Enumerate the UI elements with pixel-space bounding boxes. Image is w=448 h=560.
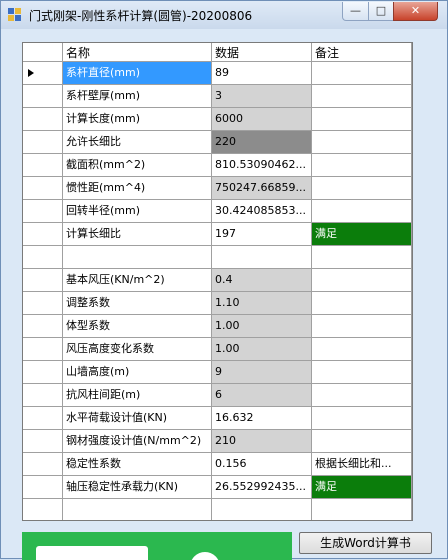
app-icon — [8, 8, 21, 21]
generate-word-button[interactable]: 生成Word计算书 — [299, 532, 432, 554]
row-header[interactable] — [23, 361, 63, 384]
bottom-panel — [22, 532, 292, 560]
value-cell[interactable]: 1.00 — [212, 315, 312, 338]
name-cell[interactable]: 稳定性系数 — [63, 453, 212, 476]
row-header[interactable] — [23, 499, 63, 520]
row-header[interactable] — [23, 131, 63, 154]
value-cell[interactable]: 0.156 — [212, 453, 312, 476]
name-cell[interactable]: 计算长度(mm) — [63, 108, 212, 131]
note-cell[interactable] — [312, 407, 412, 430]
value-cell[interactable]: 0.4 — [212, 269, 312, 292]
title-bar[interactable]: 门式刚架-刚性系杆计算(圆管)-20200806 — □ ✕ — [1, 1, 447, 29]
value-cell[interactable]: 210 — [212, 430, 312, 453]
row-header[interactable] — [23, 246, 63, 269]
note-cell[interactable] — [312, 85, 412, 108]
name-cell[interactable]: 系杆壁厚(mm) — [63, 85, 212, 108]
col-name-header[interactable]: 名称 — [63, 43, 212, 62]
name-cell[interactable]: 回转半径(mm) — [63, 200, 212, 223]
name-cell[interactable]: 风压高度变化系数 — [63, 338, 212, 361]
value-cell[interactable]: 6 — [212, 384, 312, 407]
note-cell[interactable] — [312, 154, 412, 177]
name-cell[interactable]: 水平荷载设计值(KN) — [63, 407, 212, 430]
value-cell[interactable]: 1.00 — [212, 338, 312, 361]
value-cell[interactable]: 220 — [212, 131, 312, 154]
row-header[interactable] — [23, 407, 63, 430]
name-cell[interactable]: 抗风柱间距(m) — [63, 384, 212, 407]
note-cell[interactable]: 满足 — [312, 223, 412, 246]
note-cell[interactable] — [312, 246, 412, 269]
value-cell[interactable] — [212, 246, 312, 269]
note-cell[interactable] — [312, 361, 412, 384]
name-cell[interactable]: 计算长细比 — [63, 223, 212, 246]
row-header[interactable] — [23, 108, 63, 131]
row-header[interactable] — [23, 85, 63, 108]
close-button[interactable]: ✕ — [393, 2, 438, 21]
note-cell[interactable] — [312, 315, 412, 338]
row-header[interactable] — [23, 476, 63, 499]
row-header[interactable] — [23, 200, 63, 223]
data-grid[interactable]: 名称 数据 备注系杆直径(mm) 89 系杆壁厚(mm) 3 计算长度(mm) 6000 允许长… — [22, 42, 413, 521]
row-header[interactable] — [23, 177, 63, 200]
name-cell[interactable]: 惯性距(mm^4) — [63, 177, 212, 200]
value-cell[interactable]: 750247.66859... — [212, 177, 312, 200]
note-cell[interactable] — [312, 269, 412, 292]
note-cell[interactable] — [312, 200, 412, 223]
minimize-button[interactable]: — — [342, 2, 369, 21]
name-cell[interactable]: 山墙高度(m) — [63, 361, 212, 384]
value-cell[interactable]: 6000 — [212, 108, 312, 131]
name-cell[interactable] — [63, 499, 212, 520]
value-cell[interactable]: 16.632 — [212, 407, 312, 430]
maximize-button[interactable]: □ — [368, 2, 394, 21]
value-cell[interactable]: 26.552992435... — [212, 476, 312, 499]
row-header[interactable] — [23, 430, 63, 453]
value-cell[interactable]: 9 — [212, 361, 312, 384]
note-cell[interactable] — [312, 384, 412, 407]
name-cell[interactable]: 截面积(mm^2) — [63, 154, 212, 177]
row-header[interactable] — [23, 154, 63, 177]
note-cell[interactable] — [312, 131, 412, 154]
name-cell[interactable] — [63, 246, 212, 269]
name-cell[interactable]: 基本风压(KN/m^2) — [63, 269, 212, 292]
note-cell[interactable] — [312, 499, 412, 520]
panel-white-shape — [36, 546, 148, 560]
col-value-header[interactable]: 数据 — [212, 43, 312, 62]
note-cell[interactable] — [312, 430, 412, 453]
row-header[interactable] — [23, 338, 63, 361]
note-cell[interactable] — [312, 292, 412, 315]
note-cell[interactable]: 满足 — [312, 476, 412, 499]
value-cell[interactable]: 810.53090462... — [212, 154, 312, 177]
value-cell[interactable]: 3 — [212, 85, 312, 108]
row-header[interactable] — [23, 292, 63, 315]
note-cell[interactable] — [312, 108, 412, 131]
row-header[interactable] — [23, 62, 63, 85]
value-cell[interactable]: 197 — [212, 223, 312, 246]
col-note-header[interactable]: 备注 — [312, 43, 412, 62]
name-cell[interactable]: 调整系数 — [63, 292, 212, 315]
row-header[interactable] — [23, 315, 63, 338]
name-cell[interactable]: 轴压稳定性承载力(KN) — [63, 476, 212, 499]
name-cell[interactable]: 允许长细比 — [63, 131, 212, 154]
row-header[interactable] — [23, 384, 63, 407]
row-header[interactable] — [23, 223, 63, 246]
value-cell[interactable] — [212, 499, 312, 520]
grid-corner-header[interactable] — [23, 43, 63, 62]
value-cell[interactable]: 1.10 — [212, 292, 312, 315]
value-cell[interactable]: 30.424085853... — [212, 200, 312, 223]
name-cell[interactable]: 系杆直径(mm) — [63, 62, 212, 85]
row-header[interactable] — [23, 453, 63, 476]
row-header[interactable] — [23, 269, 63, 292]
main-window: 门式刚架-刚性系杆计算(圆管)-20200806 — □ ✕ 名称 数据 备注系杆直… — [0, 0, 448, 560]
name-cell[interactable]: 钢材强度设计值(N/mm^2) — [63, 430, 212, 453]
note-cell[interactable] — [312, 62, 412, 85]
name-cell[interactable]: 体型系数 — [63, 315, 212, 338]
note-cell[interactable]: 根据长细比和... — [312, 453, 412, 476]
value-cell[interactable]: 89 — [212, 62, 312, 85]
note-cell[interactable] — [312, 338, 412, 361]
note-cell[interactable] — [312, 177, 412, 200]
window-title: 门式刚架-刚性系杆计算(圆管)-20200806 — [29, 9, 253, 23]
